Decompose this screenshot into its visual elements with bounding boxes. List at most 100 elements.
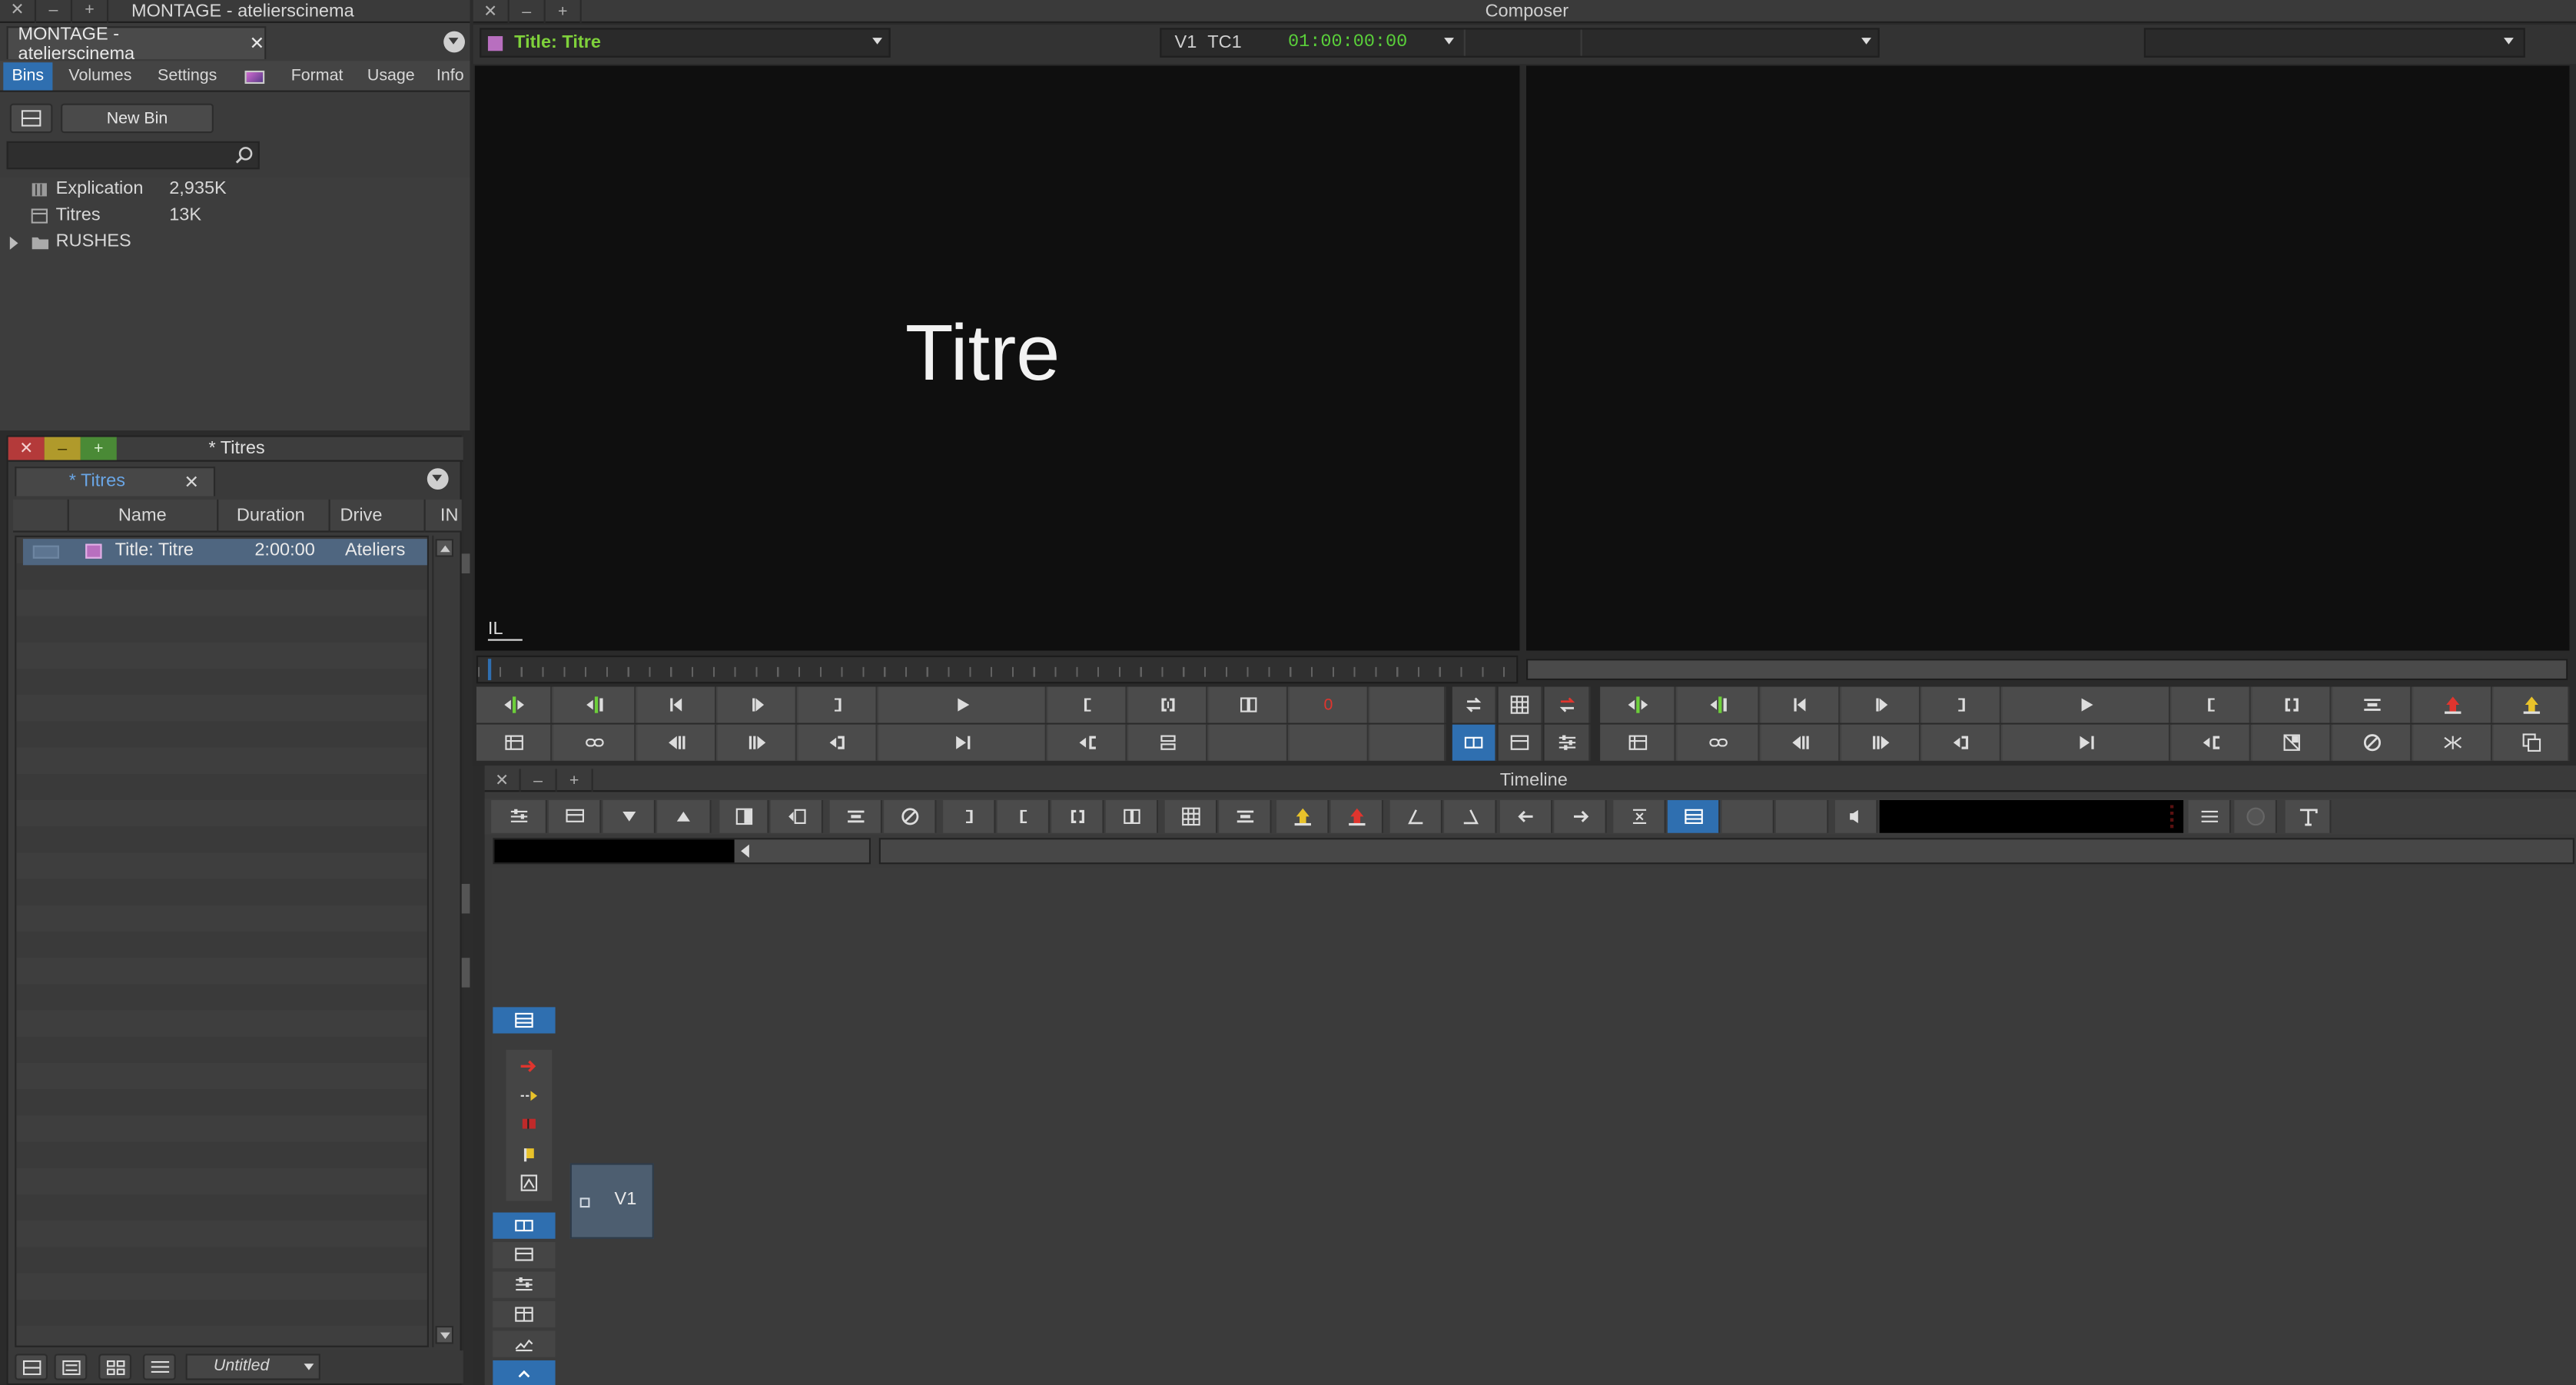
- clear-marks-button[interactable]: [1105, 800, 1159, 833]
- scroll-up-arrow-icon[interactable]: [435, 539, 454, 557]
- slip-left-button[interactable]: [1499, 800, 1553, 833]
- red-arrow-button[interactable]: [506, 1053, 552, 1079]
- effect-button[interactable]: [506, 1170, 552, 1196]
- copy-button[interactable]: [2494, 724, 2570, 761]
- track-list-button[interactable]: [493, 1007, 556, 1034]
- play-button[interactable]: [878, 686, 1047, 723]
- empty-button[interactable]: [1369, 686, 1446, 723]
- add-window-button[interactable]: +: [80, 437, 117, 460]
- render-button[interactable]: [2252, 724, 2332, 761]
- empty-button[interactable]: [1721, 800, 1774, 833]
- splice-in-button[interactable]: [798, 724, 878, 761]
- timeline-track-area[interactable]: [491, 867, 2576, 1385]
- trim-button[interactable]: [2413, 724, 2493, 761]
- speaker-button[interactable]: [1834, 800, 1878, 833]
- new-bin-button[interactable]: New Bin: [61, 103, 214, 134]
- bin-tab[interactable]: * Titres ✕: [15, 467, 216, 497]
- record-clip-menu[interactable]: [2143, 28, 2525, 58]
- overwrite-button[interactable]: [2172, 724, 2251, 761]
- red-clip-button[interactable]: [506, 1111, 552, 1137]
- overwrite-button[interactable]: [1047, 724, 1127, 761]
- clip-info-button[interactable]: [1600, 724, 1676, 761]
- panel-edge-handle[interactable]: [461, 553, 470, 574]
- brief-view-button[interactable]: [15, 1353, 48, 1380]
- playhead-marker[interactable]: [487, 659, 492, 680]
- tab-usage[interactable]: Usage: [358, 62, 424, 90]
- step-back-button[interactable]: [637, 686, 717, 723]
- timeline-scrollbar[interactable]: [878, 838, 2574, 865]
- close-tab-icon[interactable]: ✕: [249, 33, 264, 55]
- minimize-window-button[interactable]: –: [521, 769, 557, 792]
- match-frame-button[interactable]: [770, 800, 824, 833]
- extract-button[interactable]: [1219, 800, 1272, 833]
- minimize-window-button[interactable]: –: [510, 0, 546, 23]
- monitor-toggle-button[interactable]: [549, 800, 602, 833]
- search-field[interactable]: [6, 141, 260, 170]
- rewind-button[interactable]: [1761, 724, 1841, 761]
- go-to-in-button[interactable]: [1128, 686, 1208, 723]
- timeline-view-button[interactable]: [1667, 800, 1721, 833]
- mark-in-button[interactable]: [2172, 686, 2251, 723]
- mark-out-button[interactable]: [943, 800, 996, 833]
- scroll-down-arrow-icon[interactable]: [435, 1326, 454, 1344]
- source-record-toggle-button[interactable]: [493, 1212, 556, 1239]
- splice-in-button[interactable]: [1922, 724, 2001, 761]
- timecode-display[interactable]: V1 TC1 01:00:00:00: [1160, 28, 1880, 58]
- panel-edge-handle[interactable]: [461, 884, 470, 914]
- column-header-duration[interactable]: Duration: [237, 506, 305, 526]
- close-tab-icon[interactable]: ✕: [184, 471, 199, 493]
- slider-handle-icon[interactable]: [741, 844, 749, 858]
- slip-right-button[interactable]: [1554, 800, 1607, 833]
- step-forward-button[interactable]: [1841, 686, 1921, 723]
- fast-forward-button[interactable]: [1841, 724, 1921, 761]
- mark-in-button[interactable]: [997, 800, 1051, 833]
- clip-info-button[interactable]: [476, 724, 553, 761]
- frame-view-button[interactable]: [98, 1353, 132, 1380]
- red-marker-button[interactable]: 0: [1290, 686, 1369, 723]
- source-monitor[interactable]: Titre IL: [474, 65, 1520, 651]
- grid-button[interactable]: [1164, 800, 1218, 833]
- bin-menu-chevron-icon[interactable]: [427, 468, 449, 490]
- column-header-name[interactable]: Name: [118, 506, 167, 526]
- bin-view-selector[interactable]: Untitled: [185, 1353, 320, 1380]
- record-button[interactable]: [2234, 800, 2277, 833]
- project-tab[interactable]: MONTAGE - atelierscinema ✕: [6, 24, 267, 63]
- clear-marks-button[interactable]: [1209, 686, 1289, 723]
- fast-forward-button[interactable]: [718, 724, 797, 761]
- yellow-arrow-button[interactable]: [506, 1083, 552, 1109]
- mark-clip-button[interactable]: [1600, 686, 1676, 723]
- add-window-button[interactable]: +: [557, 769, 593, 792]
- title-tool-button[interactable]: [2285, 800, 2332, 833]
- add-marker-button[interactable]: [603, 800, 656, 833]
- bin-scrollbar[interactable]: [432, 535, 454, 1347]
- row-selector[interactable]: [32, 545, 59, 559]
- rewind-button[interactable]: [637, 724, 717, 761]
- yellow-clip-button[interactable]: [506, 1140, 552, 1166]
- link-button[interactable]: [553, 724, 636, 761]
- panel-edge-handle[interactable]: [461, 958, 470, 988]
- close-window-button[interactable]: ✕: [0, 0, 37, 22]
- settings-button[interactable]: [1544, 724, 1591, 761]
- trim-left-button[interactable]: [1389, 800, 1442, 833]
- grid-button[interactable]: [1498, 686, 1543, 723]
- go-to-in-button[interactable]: [1051, 800, 1104, 833]
- script-view-button[interactable]: [142, 1353, 176, 1380]
- play-to-out-button[interactable]: [878, 724, 1047, 761]
- add-window-button[interactable]: +: [546, 0, 582, 23]
- list-item[interactable]: Titres 13K: [0, 204, 470, 230]
- minimize-window-button[interactable]: –: [36, 0, 73, 22]
- close-window-button[interactable]: ✕: [8, 437, 45, 460]
- source-clip-menu[interactable]: Title: Titre: [480, 28, 891, 58]
- extract-yellow-button[interactable]: [2494, 686, 2570, 723]
- tab-format[interactable]: Format: [283, 62, 352, 90]
- monitor-toggle-button[interactable]: [493, 1242, 556, 1269]
- tab-bins[interactable]: Bins: [3, 62, 53, 91]
- record-monitor[interactable]: [1526, 65, 2570, 651]
- lift-red-button[interactable]: [1544, 686, 1591, 723]
- expand-up-button[interactable]: [493, 1360, 556, 1385]
- mark-clip-button[interactable]: [476, 686, 553, 723]
- close-window-button[interactable]: ✕: [473, 0, 510, 23]
- expand-triangle-icon[interactable]: [9, 236, 18, 250]
- lift-up-button[interactable]: [657, 800, 712, 833]
- empty-button[interactable]: [1209, 724, 1289, 761]
